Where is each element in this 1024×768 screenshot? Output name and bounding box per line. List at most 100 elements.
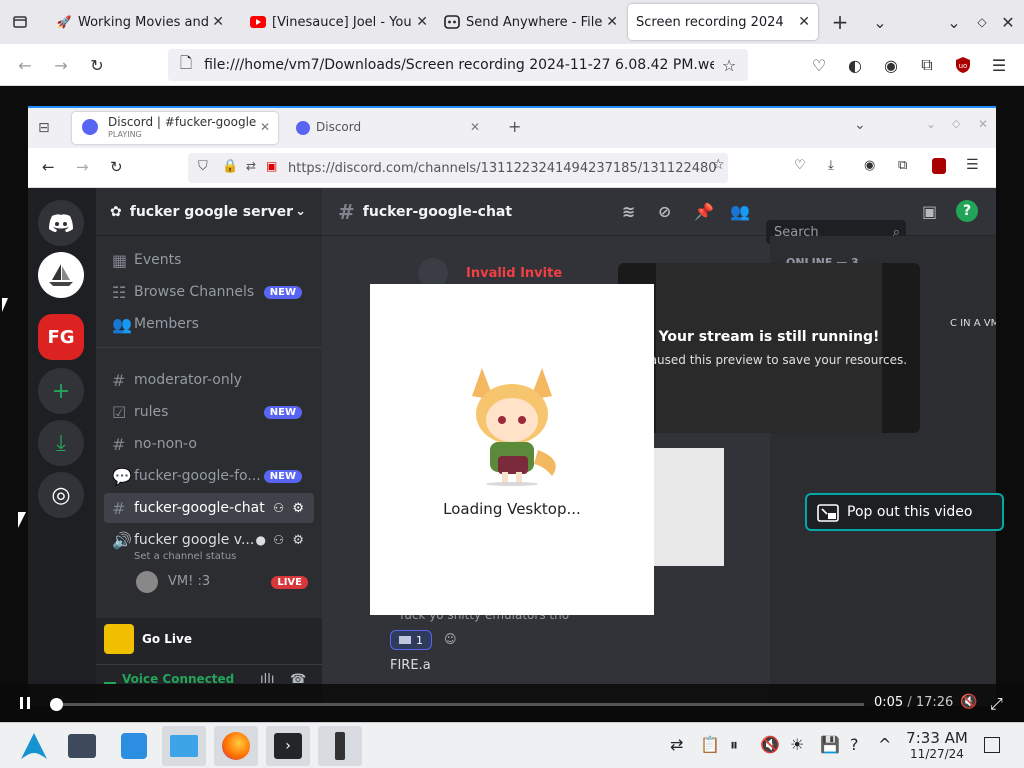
maximize-icon[interactable]: ◇ [972, 12, 992, 32]
show-desktop-icon[interactable] [984, 737, 1000, 753]
clipboard-icon[interactable]: 📋 [700, 735, 720, 754]
forward-icon[interactable]: → [50, 54, 72, 76]
brightness-icon[interactable]: ☀ [790, 735, 804, 754]
pause-button[interactable] [16, 694, 34, 712]
minimize-icon[interactable]: ⌄ [944, 12, 964, 32]
add-server-icon: + [38, 368, 84, 414]
extensions-icon: ⧉ [898, 158, 908, 173]
close-icon[interactable]: ✕ [606, 14, 618, 30]
minimize-icon: ⌄ [926, 117, 937, 131]
channel-sidebar: ✿ fucker google server ⌄ ▦ Events ☷ Brow… [96, 188, 322, 706]
maximize-icon: ◇ [952, 117, 961, 130]
back-icon[interactable]: ← [14, 54, 36, 76]
pocket-icon[interactable]: ♡ [808, 54, 830, 76]
tab-working-movies[interactable]: 🚀 Working Movies and ✕ [48, 4, 232, 40]
close-icon[interactable]: ✕ [798, 14, 810, 30]
browser-tab-bar: 🚀 Working Movies and ✕ [Vinesauce] Joel … [0, 0, 1024, 44]
rocket-icon: 🚀 [56, 15, 72, 29]
divider [96, 347, 322, 348]
ublock-icon[interactable]: uo [952, 54, 974, 76]
inner-tab-bar: ⊟ Discord | #fucker-google PLAYING ✕ Dis… [28, 108, 996, 148]
channel-events: ▦ Events [112, 250, 182, 270]
url-bar[interactable]: 🗋 file:///home/vm7/Downloads/Screen reco… [168, 49, 748, 81]
seek-handle[interactable] [49, 698, 63, 711]
download-apps-icon: ⤓ [38, 420, 84, 466]
close-window-icon[interactable]: ✕ [998, 12, 1018, 32]
taskbar-files[interactable] [162, 726, 206, 766]
permissions-icon: ⇄ [246, 159, 257, 173]
download-icon: ⤓ [828, 158, 834, 173]
account-icon[interactable]: ◉ [880, 54, 902, 76]
tab-send-anywhere[interactable]: Send Anywhere - File ✕ [436, 4, 626, 40]
channel-fucker-google-chat: # fucker-google-chat ⚇ ⚙ [104, 493, 314, 523]
server-boat-icon [38, 252, 84, 298]
document-icon: 🗋 [180, 53, 193, 72]
pop-out-video-button[interactable]: Pop out this video [805, 493, 1004, 531]
cursor-icon [18, 512, 26, 528]
tab-list-icon[interactable]: ⌄ [870, 12, 890, 32]
vesktop-loading-window: Loading Vesktop... [370, 284, 654, 615]
volume-muted-icon[interactable]: 🔇 [760, 735, 780, 754]
inner-tab-discord-active: Discord | #fucker-google PLAYING ✕ [72, 112, 278, 144]
browser-nav-bar: ← → ↻ 🗋 file:///home/vm7/Downloads/Scree… [0, 44, 1024, 86]
fullscreen-button[interactable]: ⤢ [990, 694, 1008, 713]
clock[interactable]: 7:33 AM 11/27/24 [900, 729, 974, 761]
sketch-image [652, 448, 724, 566]
server-badge-icon: ✿ [110, 203, 122, 220]
new-tab-icon[interactable]: + [830, 10, 850, 34]
discord-favicon-icon [82, 119, 98, 135]
time-display: 0:05 / 17:26 [874, 695, 954, 710]
taskbar-app[interactable] [318, 726, 362, 766]
fox-girl-mascot-icon [472, 368, 556, 486]
reload-icon[interactable]: ↻ [86, 54, 108, 76]
threads-icon: ≋ [622, 202, 636, 221]
pocket-icon: ♡ [794, 158, 806, 173]
server-fg-icon: FG [38, 314, 84, 360]
youtube-icon [250, 14, 266, 30]
taskbar-firefox[interactable] [214, 726, 258, 766]
browse-icon: ☷ [112, 282, 127, 302]
channel-moderator-only: # moderator-only [112, 370, 242, 390]
inner-nav-bar: ← → ↻ ⛉ 🔒 ⇄ ▣ https://discord.com/channe… [28, 148, 996, 188]
bookmark-star-icon: ☆ [712, 157, 725, 173]
seek-bar[interactable] [49, 698, 864, 711]
tray-expand-icon[interactable]: ^ [878, 735, 891, 754]
reaction-emoji-icon [399, 636, 411, 644]
taskbar-store[interactable] [112, 726, 156, 766]
close-icon: ✕ [469, 120, 480, 134]
tab-vinesauce[interactable]: [Vinesauce] Joel - You ✕ [242, 4, 436, 40]
disk-icon[interactable]: 💾 [820, 735, 840, 754]
tab-screen-recording[interactable]: Screen recording 2024-1 ✕ [628, 4, 818, 40]
menu-icon: ☰ [966, 157, 979, 173]
channel-forum: 💬 fucker-google-fo... NEW [104, 461, 314, 491]
app-launcher-button[interactable] [12, 726, 56, 766]
terminal-icon: › [274, 733, 302, 759]
video-player[interactable]: ⊟ Discord | #fucker-google PLAYING ✕ Dis… [0, 86, 1024, 720]
tab-overview-icon[interactable] [8, 12, 32, 32]
dark-mode-icon[interactable]: ◐ [844, 54, 866, 76]
hash-icon: # [112, 498, 126, 518]
hash-icon: # [112, 370, 126, 390]
help-icon[interactable]: ? [850, 735, 859, 754]
close-window-icon: ✕ [978, 117, 989, 131]
extensions-icon[interactable]: ⧉ [916, 54, 938, 76]
discord-favicon-icon [296, 121, 310, 135]
gear-icon: ⚙ [292, 500, 304, 516]
mute-button[interactable]: 🔇 [960, 694, 978, 712]
fullscreen-icon: ⤢ [990, 694, 1003, 713]
menu-icon[interactable]: ☰ [988, 54, 1010, 76]
bookmark-star-icon[interactable]: ☆ [718, 54, 740, 76]
close-icon[interactable]: ✕ [212, 14, 224, 30]
network-icon[interactable]: ⇄ [670, 735, 683, 754]
taskbar-terminal[interactable]: › [266, 726, 310, 766]
channel-no-non-o: # no-non-o [112, 434, 197, 454]
arch-logo-icon [21, 733, 47, 759]
url-text: file:///home/vm7/Downloads/Screen record… [204, 57, 715, 73]
close-icon[interactable]: ✕ [416, 14, 428, 30]
go-live-icon [104, 624, 134, 654]
lock-icon: 🔒 [222, 159, 239, 174]
taskbar-settings[interactable] [60, 726, 104, 766]
reload-icon: ↻ [110, 158, 123, 176]
media-pause-icon[interactable]: ⏸ [730, 735, 738, 755]
pin-icon: 📌 [694, 202, 714, 221]
